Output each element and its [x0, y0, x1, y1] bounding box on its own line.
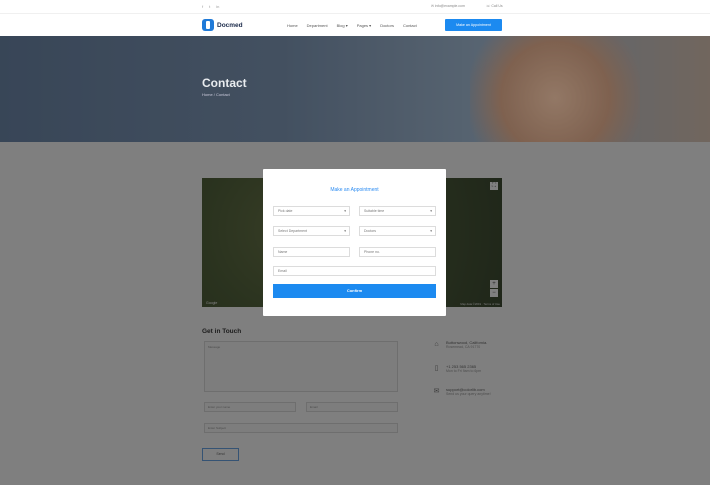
appointment-modal: Make an Appointment Pick date ▾ Suitable…: [263, 169, 446, 316]
chevron-down-icon: ▾: [344, 229, 346, 233]
chevron-down-icon: ▾: [430, 229, 432, 233]
chevron-down-icon: ▾: [430, 209, 432, 213]
date-picker[interactable]: Pick date ▾: [273, 206, 350, 216]
phone-field[interactable]: Phone no.: [359, 247, 436, 257]
email-field[interactable]: Email: [273, 266, 436, 276]
doctor-select[interactable]: Doctors ▾: [359, 226, 436, 236]
confirm-button[interactable]: Confirm: [273, 284, 436, 298]
modal-title: Make an Appointment: [330, 187, 379, 193]
name-field[interactable]: Name: [273, 247, 350, 257]
time-select[interactable]: Suitable time ▾: [359, 206, 436, 216]
chevron-down-icon: ▾: [344, 209, 346, 213]
department-select[interactable]: Select Department ▾: [273, 226, 350, 236]
